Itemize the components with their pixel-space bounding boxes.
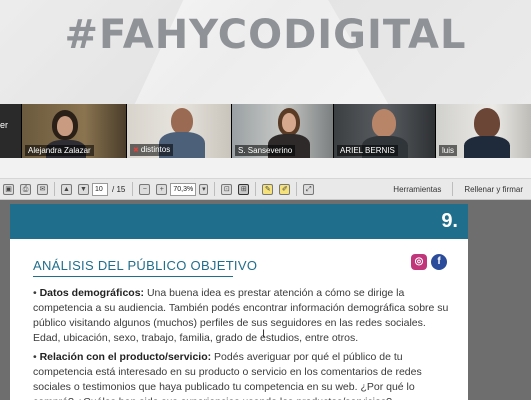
page-number-label: 9. (441, 210, 458, 232)
video-tile[interactable]: S. Sanseverino (232, 104, 334, 158)
participant-name: ARIEL BERNIS (337, 145, 398, 156)
document-viewer[interactable]: 9. ANÁLISIS DEL PÚBLICO OBJETIVO ◎ f • D… (0, 200, 531, 400)
video-tile[interactable]: ARIEL BERNIS (334, 104, 436, 158)
video-tile-partial[interactable]: er (0, 104, 22, 158)
zoom-in-icon[interactable]: + (156, 183, 168, 195)
full-screen-icon[interactable]: ⊞ (238, 183, 250, 195)
page-number-input[interactable]: 10 (92, 182, 108, 196)
comment-icon[interactable]: ✎ (262, 183, 274, 195)
print-icon[interactable]: ⎙ (20, 183, 31, 195)
fit-page-icon[interactable]: ⊡ (221, 183, 233, 195)
section-title: ANÁLISIS DEL PÚBLICO OBJETIVO (33, 258, 258, 273)
zoom-input[interactable]: 70,3% (170, 182, 197, 196)
tools-button[interactable]: Herramientas (385, 185, 449, 194)
video-tile[interactable]: luis (436, 104, 531, 158)
paragraph-demographics: • Datos demográficos: Una buena idea es … (33, 287, 449, 344)
video-strip: er Alejandra Zalazar ✖ distintos S. Sanse… (0, 104, 531, 158)
pdf-toolbar: ▣ ⎙ ✉ ▲ ▼ 10 / 15 − + 70,3% ▾ ⊡ ⊞ ✎ ✐ ⤢ … (0, 178, 531, 200)
next-page-icon[interactable]: ▼ (78, 183, 89, 195)
text-cursor-icon: I (262, 328, 266, 340)
facebook-icon: f (431, 254, 447, 270)
banner: #FAHYCODIGITAL (0, 0, 531, 104)
participant-name: S. Sanseverino (235, 145, 296, 156)
instagram-icon: ◎ (411, 254, 427, 270)
expand-icon[interactable]: ⤢ (303, 183, 315, 195)
page-total: / 15 (112, 184, 126, 194)
email-icon[interactable]: ✉ (37, 183, 48, 195)
highlight-icon[interactable]: ✐ (279, 183, 291, 195)
participant-name: luis (439, 145, 458, 156)
zoom-out-icon[interactable]: − (139, 183, 151, 195)
video-tile[interactable]: Alejandra Zalazar (22, 104, 127, 158)
fill-and-sign-button[interactable]: Rellenar y firmar (456, 185, 531, 194)
participant-name: ✖ distintos (130, 144, 174, 156)
previous-page-icon[interactable]: ▲ (61, 183, 72, 195)
page-header: 9. (10, 204, 468, 239)
title-underline (33, 276, 233, 277)
video-tile[interactable]: ✖ distintos (127, 104, 232, 158)
muted-mic-icon: ✖ (133, 147, 139, 154)
zoom-dropdown-icon[interactable]: ▾ (199, 183, 209, 195)
paragraph-relation: • Relación con el producto/servicio: Pod… (33, 351, 422, 400)
partial-name: er (0, 120, 9, 130)
pdf-page: 9. ANÁLISIS DEL PÚBLICO OBJETIVO ◎ f • D… (10, 204, 468, 400)
banner-title: #FAHYCODIGITAL (64, 12, 467, 58)
participant-name: Alejandra Zalazar (25, 145, 94, 156)
save-icon[interactable]: ▣ (3, 183, 14, 195)
